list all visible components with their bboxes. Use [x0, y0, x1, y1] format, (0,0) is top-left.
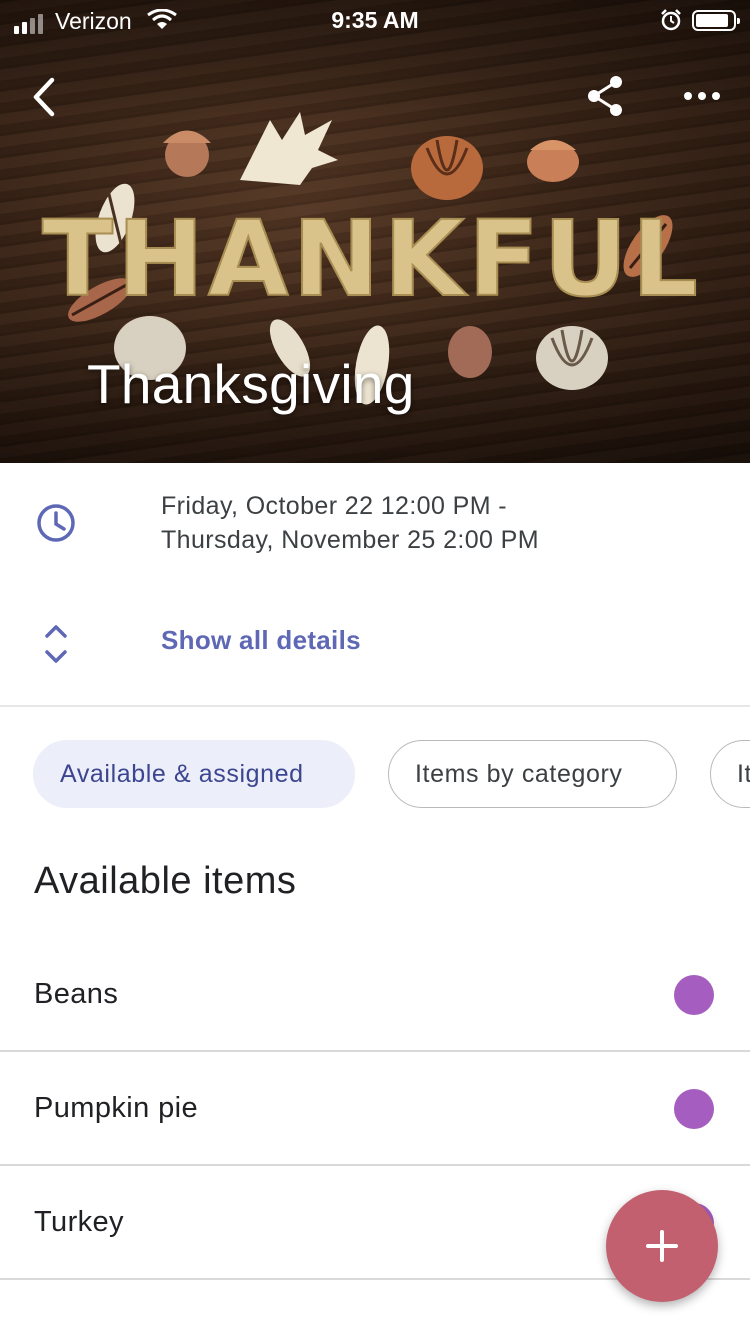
share-icon [588, 76, 622, 116]
battery-icon [692, 10, 740, 31]
event-end-date: Thursday, November 25 2:00 PM [161, 526, 539, 554]
section-title: Available items [34, 860, 297, 902]
item-status-dot [674, 975, 714, 1015]
back-button[interactable] [24, 72, 68, 122]
show-all-details-button[interactable]: Show all details [0, 600, 750, 686]
back-icon [33, 77, 55, 117]
divider [0, 705, 750, 707]
clock-icon [37, 504, 75, 542]
more-options-button[interactable] [680, 80, 724, 112]
list-item[interactable]: Pumpkin pie [0, 1052, 750, 1166]
chip-items-partial[interactable]: It [710, 740, 750, 808]
expand-icon [45, 625, 67, 663]
item-status-dot [674, 1089, 714, 1129]
event-date-range: Friday, October 22 12:00 PM - Thursday, … [161, 489, 539, 557]
item-name: Pumpkin pie [34, 1092, 198, 1124]
filter-chips: Available & assigned Items by category I… [0, 740, 750, 810]
event-title: Thanksgiving [87, 353, 415, 415]
event-start-date: Friday, October 22 12:00 PM - [161, 492, 507, 520]
status-time: 9:35 AM [331, 7, 419, 33]
show-all-details-label: Show all details [161, 625, 361, 655]
event-date-row: Friday, October 22 12:00 PM - Thursday, … [0, 463, 750, 581]
cover-image: THANKFUL Verizon 9:35 AM Thanksgiving [0, 0, 750, 463]
chip-available-assigned[interactable]: Available & assigned [33, 740, 355, 808]
share-button[interactable] [582, 72, 630, 120]
status-bar: Verizon 9:35 AM [0, 0, 750, 40]
plus-icon [646, 1230, 678, 1262]
cover-image-text: THANKFUL [42, 198, 702, 320]
alarm-icon [661, 9, 681, 31]
more-icon [684, 92, 720, 100]
list-item[interactable]: Beans [0, 938, 750, 1052]
chip-items-by-category[interactable]: Items by category [388, 740, 677, 808]
add-item-button[interactable] [606, 1190, 718, 1302]
item-name: Turkey [34, 1206, 124, 1238]
item-name: Beans [34, 978, 119, 1010]
